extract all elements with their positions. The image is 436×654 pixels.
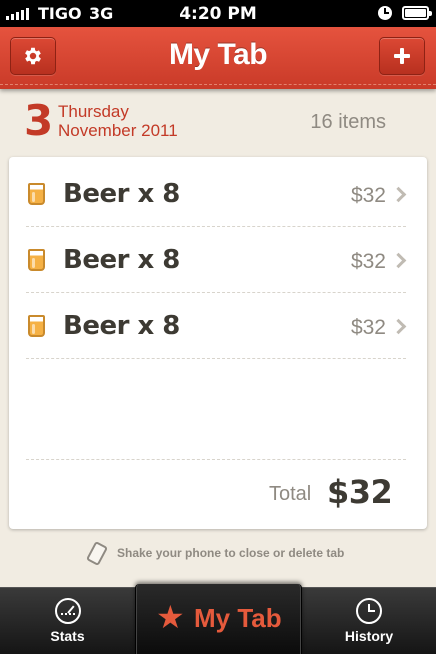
total-divider bbox=[26, 459, 406, 460]
page-title: My Tab bbox=[168, 38, 268, 71]
alarm-clock-icon bbox=[378, 6, 392, 20]
app-header: My Tab bbox=[0, 27, 436, 89]
date-weekday: Thursday bbox=[58, 102, 129, 121]
header-stitch-divider bbox=[0, 84, 436, 85]
item-price: $32 bbox=[350, 316, 386, 339]
item-price: $32 bbox=[350, 184, 386, 207]
item-name: Beer x 8 bbox=[63, 311, 180, 341]
beer-glass-icon bbox=[28, 315, 45, 337]
add-item-button[interactable] bbox=[379, 37, 425, 75]
battery-icon bbox=[402, 6, 432, 20]
beer-glass-icon bbox=[28, 249, 45, 271]
chevron-right-icon bbox=[390, 252, 407, 269]
tab-stats-label: Stats bbox=[50, 628, 85, 644]
date-month-year: November 2011 bbox=[58, 121, 178, 140]
items-count: 16 items bbox=[310, 111, 386, 133]
tab-my-tab-label: My Tab bbox=[194, 603, 282, 633]
beer-glass-icon bbox=[28, 183, 45, 205]
tab-stats[interactable]: Stats bbox=[0, 588, 135, 654]
tab-my-tab[interactable]: ★ My Tab bbox=[135, 584, 302, 654]
total-label: Total bbox=[269, 483, 312, 505]
star-icon: ★ bbox=[156, 598, 185, 636]
gauge-icon bbox=[54, 598, 81, 624]
tab-items-card: Beer x 8 $32 Beer x 8 $32 Beer x 8 $32 T… bbox=[9, 157, 427, 529]
chevron-right-icon bbox=[390, 186, 407, 203]
plus-icon bbox=[394, 48, 410, 64]
status-time: 4:20 PM bbox=[179, 4, 257, 24]
list-item[interactable]: Beer x 8 $32 bbox=[26, 161, 407, 227]
status-bar: TIGO 3G 4:20 PM bbox=[0, 0, 436, 27]
list-item[interactable]: Beer x 8 $32 bbox=[26, 293, 407, 359]
date-day-number: 3 bbox=[24, 96, 54, 145]
chevron-right-icon bbox=[390, 318, 407, 335]
item-name: Beer x 8 bbox=[63, 179, 180, 209]
item-price: $32 bbox=[350, 250, 386, 273]
total-value: $32 bbox=[327, 473, 393, 511]
tab-history[interactable]: History bbox=[302, 588, 436, 654]
clock-icon bbox=[356, 598, 382, 624]
list-item[interactable]: Beer x 8 $32 bbox=[26, 227, 407, 293]
shake-hint: Shake your phone to close or delete tab bbox=[117, 546, 345, 560]
item-name: Beer x 8 bbox=[63, 245, 180, 275]
tab-history-label: History bbox=[344, 628, 394, 644]
tab-bar: Stats ★ My Tab History bbox=[0, 584, 436, 654]
shake-phone-icon bbox=[85, 540, 109, 567]
